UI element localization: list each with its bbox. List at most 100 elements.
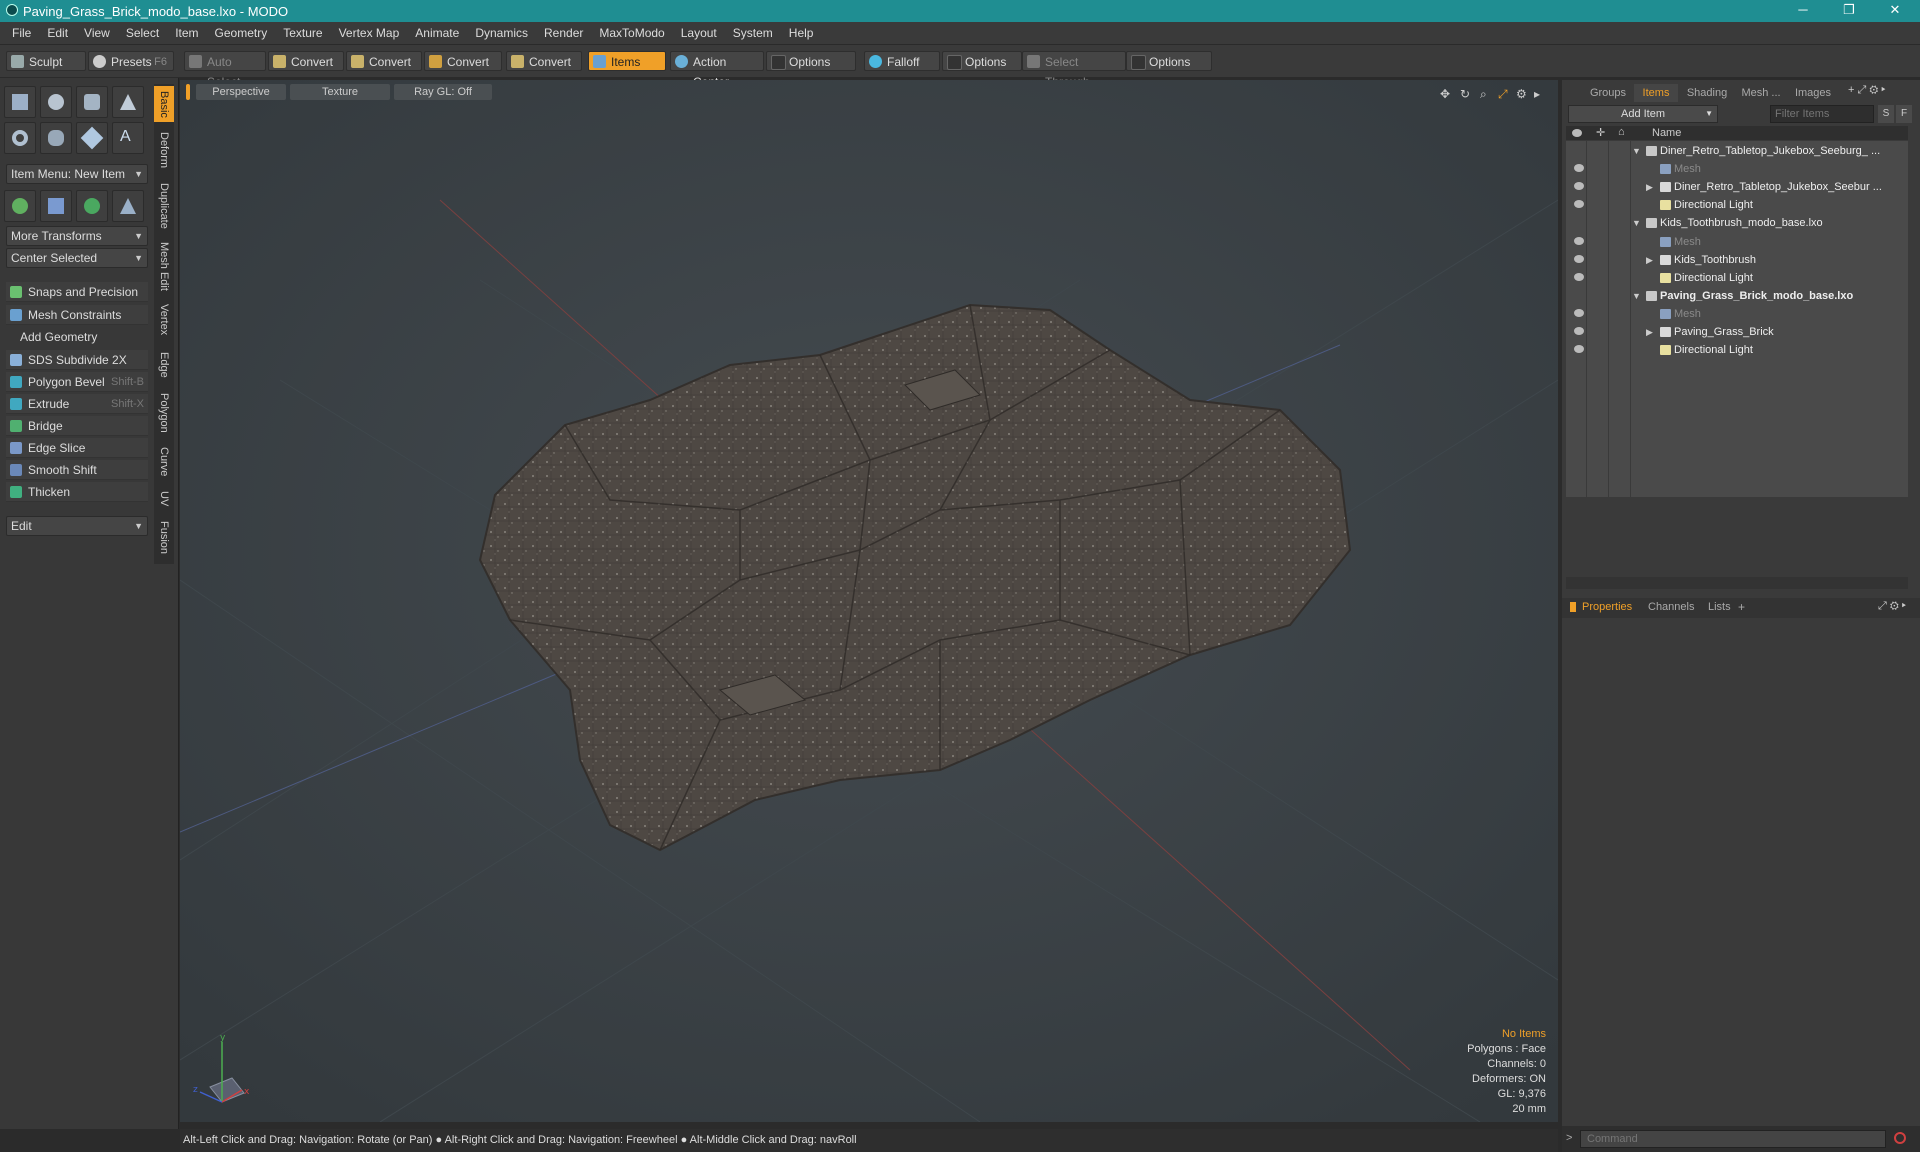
auto-select-button[interactable]: Auto Select — [184, 51, 266, 89]
options-button-2[interactable]: Options — [942, 51, 1022, 71]
convert-vertices-button[interactable]: Convert — [268, 51, 344, 71]
menu-maxtomodo[interactable]: MaxToModo — [591, 22, 672, 45]
menu-dynamics[interactable]: Dynamics — [467, 22, 536, 45]
extrude-button[interactable]: Extrude Shift-X — [6, 394, 148, 414]
view-type-button[interactable]: Perspective — [196, 84, 286, 100]
menu-item[interactable]: Item — [167, 22, 206, 45]
thicken-button[interactable]: Thicken — [6, 482, 148, 502]
center-selected-dropdown[interactable]: Center Selected ▼ — [6, 248, 148, 268]
cone-primitive-button[interactable] — [112, 86, 144, 118]
options-button-1[interactable]: Options — [766, 51, 856, 71]
tab-lists[interactable]: Lists — [1708, 601, 1731, 613]
visibility-eye-icon[interactable] — [1574, 345, 1584, 354]
collapse-triangle-icon[interactable]: ▶ — [1646, 323, 1653, 341]
maximize-button[interactable]: ❐ — [1826, 0, 1872, 22]
tab-fusion[interactable]: Fusion — [154, 516, 174, 560]
sculpt-button[interactable]: Sculpt — [6, 51, 86, 71]
text-tool-button[interactable]: A — [112, 122, 144, 154]
tab-edge[interactable]: Edge — [154, 346, 174, 384]
item-menu-dropdown[interactable]: Item Menu: New Item ▼ — [6, 164, 148, 184]
visibility-eye-icon[interactable] — [1574, 164, 1584, 173]
tab-mesh-edit[interactable]: Mesh Edit — [154, 238, 174, 294]
tab-vertex[interactable]: Vertex — [154, 298, 174, 342]
viewport-canvas[interactable]: y x z ✥ ↻ ⌕ ⤢ ⚙ ▸ — [180, 80, 1558, 1122]
light-item-row[interactable]: Directional Light — [1566, 269, 1896, 287]
tab-uv[interactable]: UV — [154, 486, 174, 512]
filter-items-input[interactable] — [1770, 105, 1874, 123]
mesh-item-row[interactable]: Mesh — [1566, 233, 1896, 251]
options-button-3[interactable]: Options — [1126, 51, 1212, 71]
item-list-scrollbar[interactable] — [1566, 577, 1908, 589]
menu-edit[interactable]: Edit — [39, 22, 76, 45]
panel-options-icons[interactable]: + ⤢ ⚙ ▸ — [1848, 84, 1886, 97]
menu-layout[interactable]: Layout — [673, 22, 725, 45]
menu-system[interactable]: System — [725, 22, 781, 45]
pyramid-tool-button[interactable] — [112, 190, 144, 222]
visibility-eye-icon[interactable] — [1574, 327, 1584, 335]
edit-dropdown[interactable]: Edit ▼ — [6, 516, 148, 536]
close-button[interactable]: ✕ — [1872, 0, 1918, 22]
convert-edges-button[interactable]: Convert — [346, 51, 422, 71]
tab-properties[interactable]: Properties — [1582, 601, 1632, 613]
action-center-button[interactable]: Action Center — [670, 51, 764, 89]
convert-items-button[interactable]: Convert — [506, 51, 582, 71]
scene-row[interactable]: ▼ Kids_Toothbrush_modo_base.lxo — [1566, 214, 1896, 232]
expand-triangle-icon[interactable]: ▼ — [1632, 142, 1641, 160]
3d-viewport[interactable]: y x z ✥ ↻ ⌕ ⤢ ⚙ ▸ No Items Polygons : Fa… — [180, 80, 1558, 1122]
visibility-eye-icon[interactable] — [1574, 200, 1584, 209]
tab-images[interactable]: Images — [1790, 84, 1836, 102]
raygl-button[interactable]: Ray GL: Off — [394, 84, 492, 100]
menu-texture[interactable]: Texture — [275, 22, 330, 45]
command-input[interactable] — [1580, 1130, 1886, 1148]
shading-mode-button[interactable]: Texture — [290, 84, 390, 100]
menu-select[interactable]: Select — [118, 22, 167, 45]
select-through-button[interactable]: Select Through — [1022, 51, 1126, 89]
tab-shading[interactable]: Shading — [1682, 84, 1732, 102]
tube-primitive-button[interactable] — [40, 122, 72, 154]
bridge-button[interactable]: Bridge — [6, 416, 148, 436]
mesh-item-row[interactable]: Mesh — [1566, 305, 1896, 323]
tab-curve[interactable]: Curve — [154, 442, 174, 482]
sphere-primitive-button[interactable] — [40, 86, 72, 118]
filter-f-button[interactable]: F — [1896, 105, 1912, 123]
scene-row[interactable]: ▼ Diner_Retro_Tabletop_Jukebox_Seeburg_ .… — [1566, 142, 1896, 160]
collapse-triangle-icon[interactable]: ▶ — [1646, 178, 1653, 196]
smooth-shift-button[interactable]: Smooth Shift — [6, 460, 148, 480]
tab-deform[interactable]: Deform — [154, 126, 174, 174]
convert-polygons-button[interactable]: Convert — [424, 51, 502, 71]
filter-s-button[interactable]: S — [1878, 105, 1894, 123]
menu-file[interactable]: File — [0, 22, 39, 45]
visibility-eye-icon[interactable] — [1574, 272, 1584, 281]
tab-polygon[interactable]: Polygon — [154, 388, 174, 438]
menu-view[interactable]: View — [76, 22, 118, 45]
group-item-row[interactable]: ▶ Paving_Grass_Brick — [1566, 323, 1896, 341]
edge-slice-button[interactable]: Edge Slice — [6, 438, 148, 458]
grid-tool-button[interactable] — [40, 190, 72, 222]
visibility-eye-icon[interactable] — [1574, 236, 1584, 245]
visibility-eye-icon[interactable] — [1574, 254, 1584, 263]
add-geometry-header[interactable]: Add Geometry — [6, 328, 148, 346]
snaps-precision-button[interactable]: Snaps and Precision — [6, 282, 148, 302]
more-transforms-dropdown[interactable]: More Transforms ▼ — [6, 226, 148, 246]
cube-primitive-button[interactable] — [4, 86, 36, 118]
expand-triangle-icon[interactable]: ▼ — [1632, 287, 1641, 305]
panel-options-icons[interactable]: ⤢ ⚙ ▸ — [1878, 600, 1906, 613]
tab-basic[interactable]: Basic — [154, 86, 174, 122]
visibility-eye-icon[interactable] — [1574, 182, 1584, 191]
add-item-dropdown[interactable]: Add Item ▼ — [1568, 105, 1718, 123]
globe-tool-button[interactable] — [76, 190, 108, 222]
mesh-constraints-button[interactable]: Mesh Constraints — [6, 305, 148, 325]
pen-tool-button[interactable] — [76, 122, 108, 154]
visibility-eye-icon[interactable] — [1574, 308, 1584, 317]
tab-channels[interactable]: Channels — [1648, 601, 1694, 613]
light-item-row[interactable]: Directional Light — [1566, 341, 1896, 359]
presets-button[interactable]: Presets F6 — [88, 51, 174, 71]
items-mode-button[interactable]: Items — [588, 51, 666, 71]
expand-triangle-icon[interactable]: ▼ — [1632, 214, 1641, 232]
menu-animate[interactable]: Animate — [407, 22, 467, 45]
tab-items[interactable]: Items — [1634, 84, 1678, 102]
tab-duplicate[interactable]: Duplicate — [154, 178, 174, 234]
sds-subdivide-button[interactable]: SDS Subdivide 2X — [6, 350, 148, 370]
collapse-triangle-icon[interactable]: ▶ — [1646, 251, 1653, 269]
cylinder-primitive-button[interactable] — [76, 86, 108, 118]
